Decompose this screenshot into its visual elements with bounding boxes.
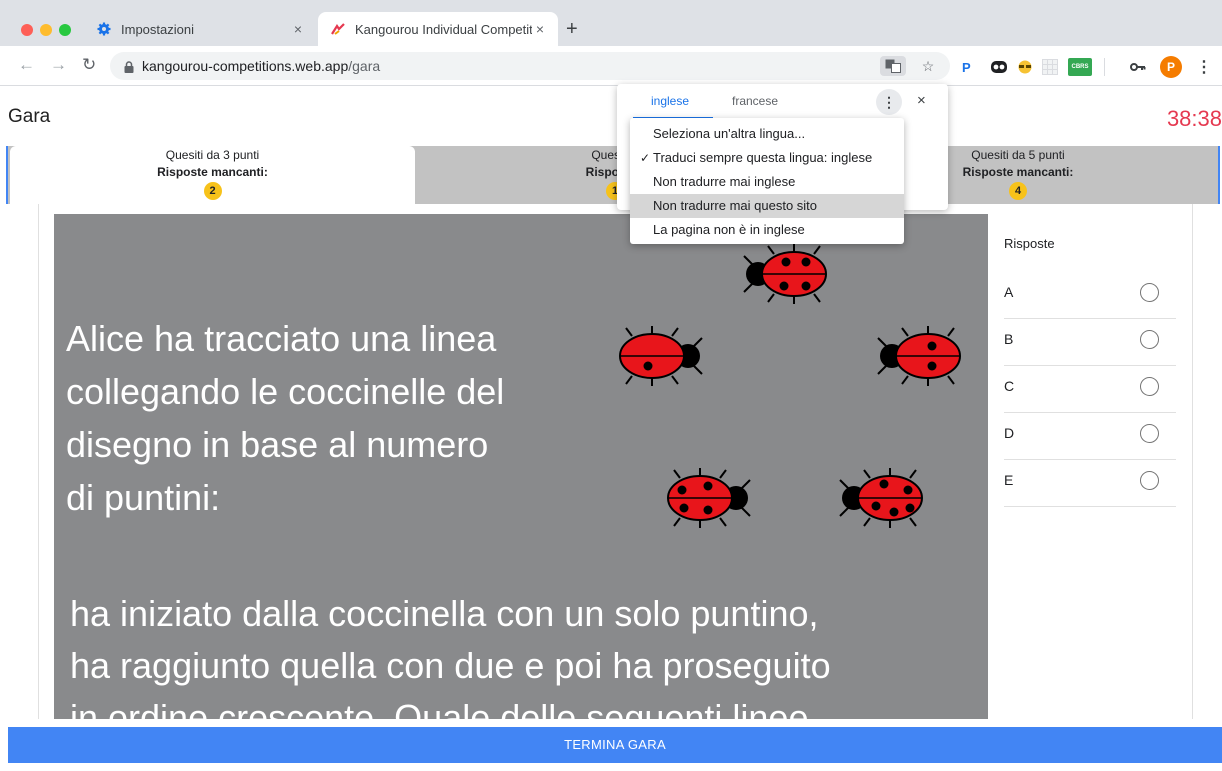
tab-language-english[interactable]: inglese: [651, 94, 689, 108]
window-zoom-button[interactable]: [59, 24, 71, 36]
tab-language-french[interactable]: francese: [732, 94, 778, 108]
tab-kangourou[interactable]: Kangourou Individual Competit ×: [318, 12, 558, 46]
menu-item-never-translate-language[interactable]: Non tradurre mai inglese: [630, 170, 904, 194]
answer-label: E: [1004, 472, 1014, 488]
tab-title: Impostazioni: [121, 21, 194, 37]
key-icon[interactable]: [1130, 58, 1146, 76]
more-options-icon[interactable]: ⋮: [876, 89, 902, 115]
kangourou-logo-icon: [330, 21, 346, 37]
menu-item-choose-language[interactable]: Seleziona un'altra lingua...: [630, 122, 904, 146]
answer-label: C: [1004, 378, 1015, 394]
answers-panel: Risposte A B C D E: [1004, 236, 1176, 507]
answer-label: A: [1004, 284, 1014, 300]
translate-options-menu: Seleziona un'altra lingua... ✓ Traduci se…: [630, 118, 904, 244]
menu-item-label: La pagina non è in inglese: [653, 222, 805, 237]
answer-radio[interactable]: [1140, 471, 1159, 490]
answers-title: Risposte: [1004, 236, 1055, 251]
ladybug-icon: [743, 244, 827, 304]
page-title: Gara: [8, 106, 51, 127]
answer-label: B: [1004, 331, 1014, 347]
page-header: Gara 38:38: [0, 86, 1222, 146]
missing-count-badge: 4: [1009, 182, 1027, 200]
question-text-body: ha iniziato dalla coccinella con un solo…: [70, 593, 831, 719]
ladybug-icon: [667, 468, 751, 528]
ladybug-icon: [619, 326, 703, 386]
gear-icon: [96, 21, 112, 37]
section-tabs: Quesiti da 3 punti Risposte mancanti: 2 …: [6, 146, 1220, 204]
glasses-extension-icon[interactable]: [1016, 58, 1034, 76]
menu-item-never-translate-site[interactable]: Non tradurre mai questo sito: [630, 194, 904, 218]
lock-icon: [124, 60, 134, 73]
ladybug-icon: [839, 468, 923, 528]
answer-option-e[interactable]: E: [1004, 460, 1176, 507]
window-minimize-button[interactable]: [40, 24, 52, 36]
answer-radio[interactable]: [1140, 424, 1159, 443]
profile-avatar[interactable]: P: [1160, 56, 1182, 78]
browser-tabstrip: Impostazioni × Kangourou Individual Comp…: [0, 0, 1222, 46]
url-host: kangourou-competitions.web.app: [142, 58, 349, 74]
checkmark-icon: ✓: [640, 151, 651, 165]
answer-label: D: [1004, 425, 1015, 441]
star-icon[interactable]: ☆: [917, 56, 939, 76]
mask-extension-icon[interactable]: [990, 58, 1008, 76]
menu-item-wrong-language[interactable]: La pagina non è in inglese: [630, 218, 904, 242]
answer-radio[interactable]: [1140, 377, 1159, 396]
tab-close-icon[interactable]: ×: [532, 21, 548, 37]
answer-option-d[interactable]: D: [1004, 413, 1176, 460]
question-text-intro: Alice ha tracciato una linea collegando …: [66, 318, 505, 518]
section-title: Quesiti da 3 punti: [165, 148, 260, 162]
forward-arrow-icon[interactable]: →: [50, 55, 67, 75]
missing-count-badge: 2: [203, 182, 222, 200]
answer-option-b[interactable]: B: [1004, 319, 1176, 366]
reload-icon[interactable]: ↻: [82, 55, 96, 75]
menu-item-label: Non tradurre mai inglese: [653, 174, 796, 189]
toolbar-divider: [1104, 58, 1105, 76]
answer-radio[interactable]: [1140, 330, 1159, 349]
cbrs-extension-icon[interactable]: CBRS: [1068, 58, 1092, 76]
ladybug-icon: [877, 326, 961, 386]
section-missing-label: Risposte mancanti:: [157, 165, 268, 179]
address-bar[interactable]: kangourou-competitions.web.app/gara ☆: [110, 52, 950, 80]
url-text: kangourou-competitions.web.app/gara: [142, 58, 380, 74]
tab-title: Kangourou Individual Competit: [355, 21, 532, 37]
window-close-button[interactable]: [21, 24, 33, 36]
tab-3-points[interactable]: Quesiti da 3 punti Risposte mancanti: 2: [10, 146, 415, 204]
menu-item-label: Traduci sempre questa lingua: inglese: [653, 150, 873, 165]
back-arrow-icon[interactable]: ←: [18, 55, 35, 75]
browser-toolbar: ← → ↻ kangourou-competitions.web.app/gar…: [0, 46, 1222, 86]
tab-impostazioni[interactable]: Impostazioni ×: [84, 12, 316, 46]
answer-option-a[interactable]: A: [1004, 272, 1176, 319]
url-path: /gara: [348, 58, 381, 74]
countdown-timer: 38:38: [1166, 106, 1222, 131]
finish-competition-button[interactable]: TERMINA GARA: [8, 727, 1222, 763]
tab-close-icon[interactable]: ×: [290, 21, 306, 37]
menu-item-label: Seleziona un'altra lingua...: [653, 126, 806, 141]
browser-menu-icon[interactable]: ⋮: [1196, 58, 1212, 76]
answer-radio[interactable]: [1140, 283, 1159, 302]
question-image: Alice ha tracciato una linea collegando …: [54, 214, 988, 719]
new-tab-button[interactable]: +: [566, 19, 578, 39]
menu-item-always-translate[interactable]: ✓ Traduci sempre questa lingua: inglese: [630, 146, 904, 170]
pinterest-extension-icon[interactable]: P: [962, 58, 971, 76]
translate-icon[interactable]: [880, 56, 906, 76]
app-root: Impostazioni × Kangourou Individual Comp…: [0, 0, 1222, 771]
grid-extension-icon[interactable]: [1042, 58, 1058, 76]
answer-option-c[interactable]: C: [1004, 366, 1176, 413]
menu-item-label: Non tradurre mai questo sito: [653, 198, 818, 213]
close-icon[interactable]: ×: [917, 92, 926, 109]
